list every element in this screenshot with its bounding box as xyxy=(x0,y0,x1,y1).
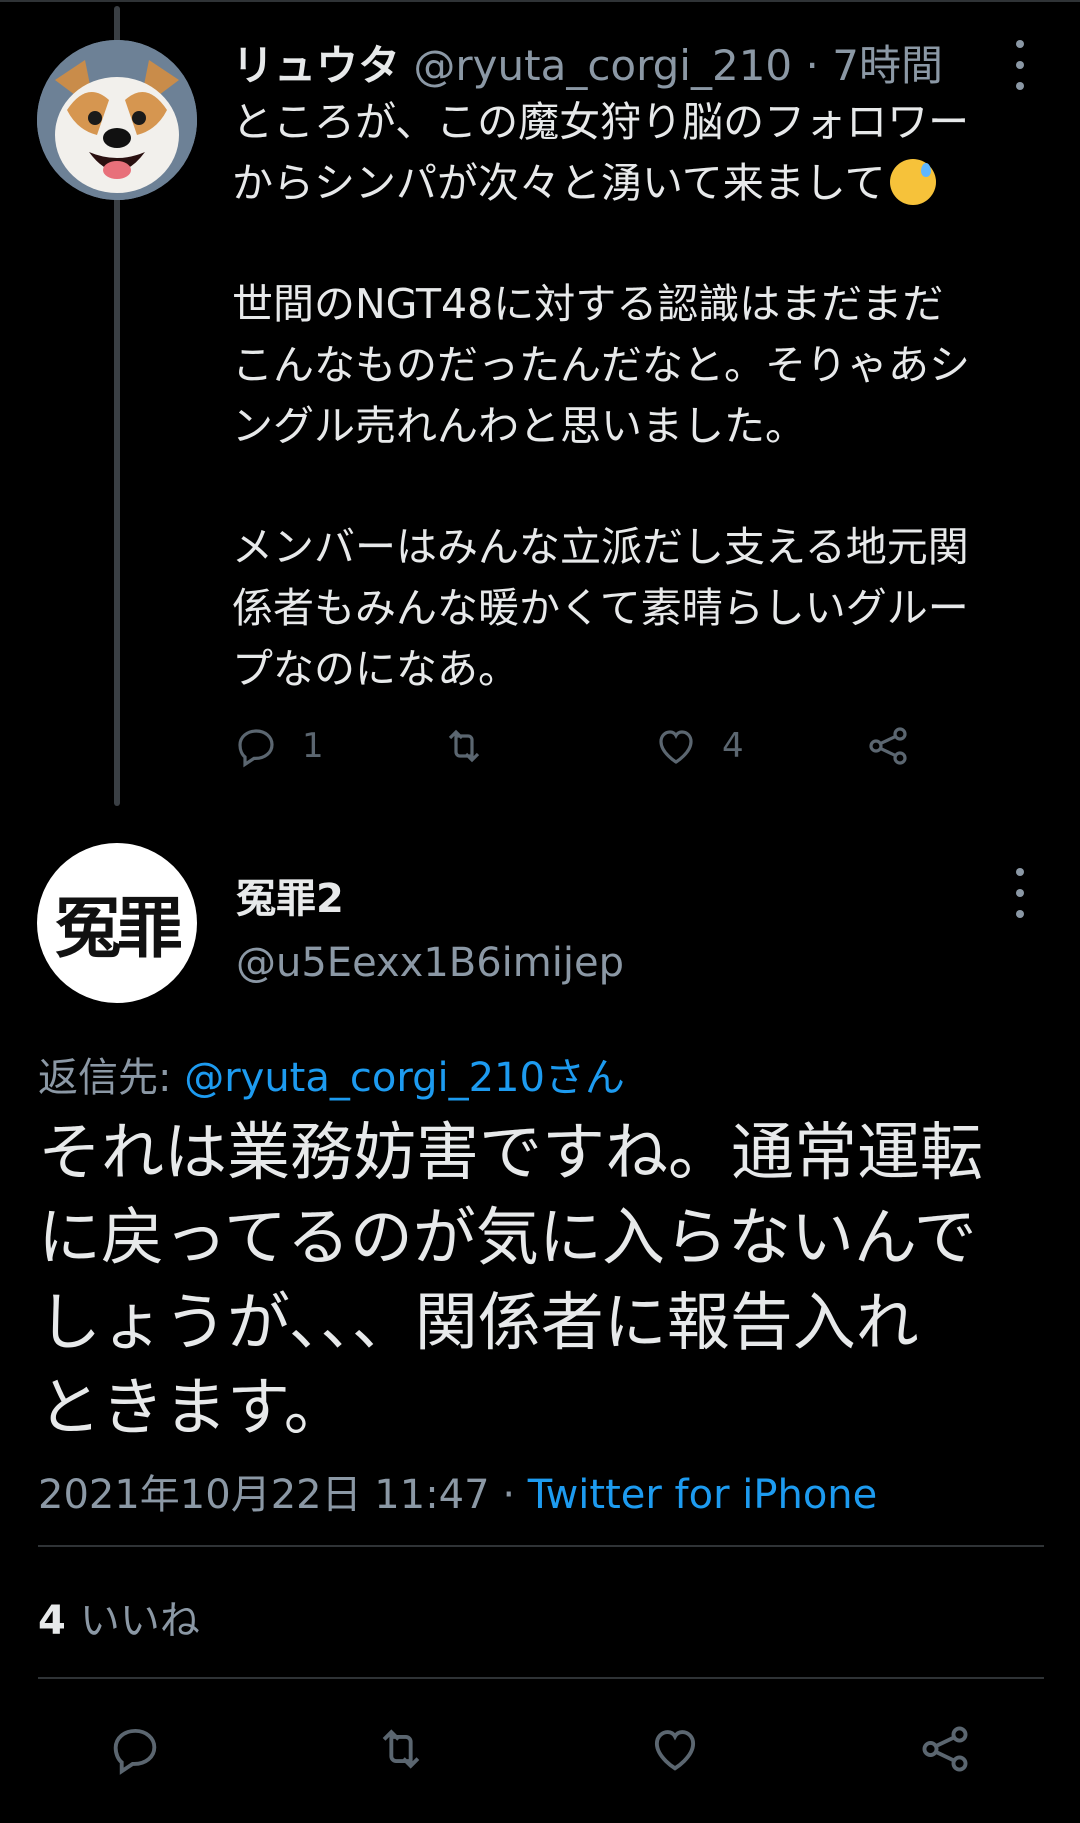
source-link[interactable]: Twitter for iPhone xyxy=(528,1472,878,1518)
share-button[interactable] xyxy=(864,722,912,770)
reply-icon xyxy=(238,729,274,768)
divider xyxy=(38,1545,1044,1547)
handle[interactable]: @ryuta_corgi_210 xyxy=(413,41,792,90)
retweet-button[interactable] xyxy=(372,1720,430,1778)
timestamp[interactable]: 7時間 xyxy=(832,41,943,90)
separator: · xyxy=(502,1472,516,1518)
tweet-text: ところが、この魔女狩り脳のフォロワー からシンパが次々と湧いて来まして 世間のN… xyxy=(232,92,1052,760)
avatar[interactable]: 冤罪 xyxy=(37,843,197,1003)
like-count: 4 xyxy=(722,726,744,766)
likes-summary[interactable]: 4 いいね xyxy=(38,1588,200,1646)
share-icon xyxy=(922,1726,968,1772)
text-line: メンバーはみんな立派だし支える地元関 xyxy=(232,523,969,571)
text-line: からシンパが次々と湧いて来まして xyxy=(232,159,886,207)
avatar-text: 冤罪 xyxy=(55,890,183,967)
text-line: それは業務妨害ですね。通常運転 xyxy=(38,1116,983,1189)
tweet-actions xyxy=(0,1720,1080,1780)
like-button[interactable] xyxy=(646,1720,704,1778)
text-line: しょうが、、、関係者に報告入れ xyxy=(38,1286,919,1359)
top-divider xyxy=(0,0,1080,2)
reply-context: 返信先: @ryuta_corgi_210さん xyxy=(38,1045,625,1103)
heart-icon xyxy=(654,1730,696,1771)
more-options-icon[interactable] xyxy=(1000,868,1040,918)
reply-count: 1 xyxy=(302,726,324,766)
handle[interactable]: @u5Eexx1B6imijep xyxy=(236,940,624,986)
reply-label: 返信先: xyxy=(38,1055,172,1101)
reply-icon xyxy=(113,1728,157,1775)
share-button[interactable] xyxy=(916,1720,974,1778)
sweat-smile-emoji-icon xyxy=(889,159,936,205)
text-line: こんなものだったんだなと。そりゃあシ xyxy=(232,341,970,389)
retweet-button[interactable] xyxy=(440,722,488,770)
like-button[interactable]: 4 xyxy=(652,722,744,770)
reply-button[interactable]: 1 xyxy=(232,722,324,770)
tweet-meta: 2021年10月22日 11:47 · Twitter for iPhone xyxy=(38,1462,877,1520)
text-line: 世間のNGT48に対する認識はまだまだ xyxy=(232,280,944,328)
text-line: ときます。 xyxy=(38,1371,347,1444)
timestamp[interactable]: 2021年10月22日 11:47 xyxy=(38,1472,490,1518)
display-name[interactable]: 冤罪2 xyxy=(236,866,344,924)
text-line: に戻ってるのが気に入らないんで xyxy=(38,1201,977,1274)
text-line: ングル売れんわと思いました。 xyxy=(232,402,806,450)
tweet-header: リュウタ @ryuta_corgi_210 · 7時間 xyxy=(232,32,943,93)
tweet-text: それは業務妨害ですね。通常運転 に戻ってるのが気に入らないんで しょうが、、、関… xyxy=(38,1110,1048,1450)
text-line: プなのになあ。 xyxy=(232,645,519,693)
likes-label: いいね xyxy=(79,1598,200,1644)
share-icon xyxy=(869,727,907,765)
divider xyxy=(38,1677,1044,1679)
display-name[interactable]: リュウタ xyxy=(232,41,400,90)
avatar[interactable] xyxy=(37,40,197,200)
tweet-actions: 1 4 xyxy=(232,722,952,778)
more-options-icon[interactable] xyxy=(1000,40,1040,90)
heart-icon xyxy=(659,730,693,764)
retweet-icon xyxy=(448,729,480,763)
likes-count: 4 xyxy=(38,1598,66,1644)
text-line: ところが、この魔女狩り脳のフォロワー xyxy=(232,98,970,146)
text-line: 係者もみんな暖かくて素晴らしいグルー xyxy=(232,584,969,632)
separator: · xyxy=(805,41,819,90)
reply-button[interactable] xyxy=(106,1720,164,1778)
reply-target-link[interactable]: @ryuta_corgi_210さん xyxy=(184,1055,625,1101)
retweet-icon xyxy=(382,1729,420,1769)
corgi-avatar-icon xyxy=(37,40,197,200)
